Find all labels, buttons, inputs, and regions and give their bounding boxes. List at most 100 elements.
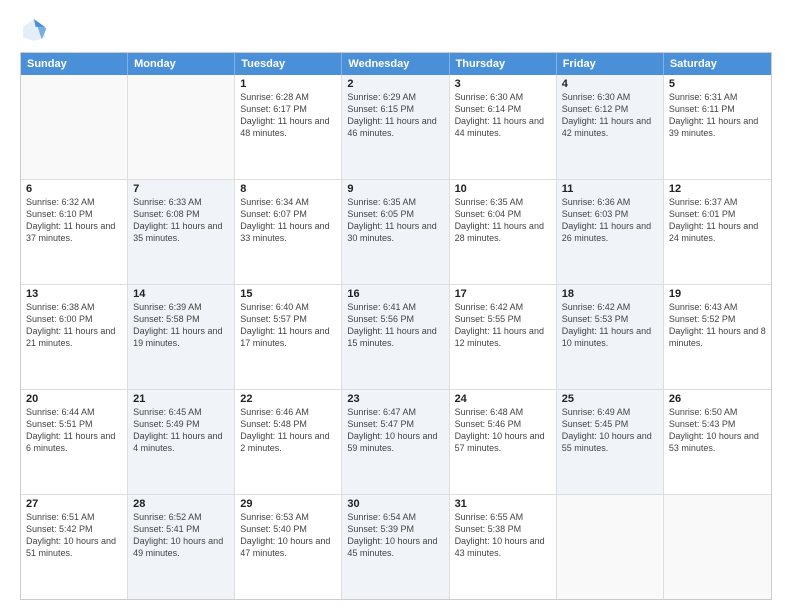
header-day-sunday: Sunday <box>21 53 128 75</box>
day-cell-21: 21Sunrise: 6:45 AM Sunset: 5:49 PM Dayli… <box>128 390 235 494</box>
day-info: Sunrise: 6:42 AM Sunset: 5:55 PM Dayligh… <box>455 301 551 350</box>
day-info: Sunrise: 6:52 AM Sunset: 5:41 PM Dayligh… <box>133 511 229 560</box>
day-cell-24: 24Sunrise: 6:48 AM Sunset: 5:46 PM Dayli… <box>450 390 557 494</box>
day-info: Sunrise: 6:34 AM Sunset: 6:07 PM Dayligh… <box>240 196 336 245</box>
day-cell-7: 7Sunrise: 6:33 AM Sunset: 6:08 PM Daylig… <box>128 180 235 284</box>
day-info: Sunrise: 6:44 AM Sunset: 5:51 PM Dayligh… <box>26 406 122 455</box>
empty-cell <box>21 75 128 179</box>
day-cell-2: 2Sunrise: 6:29 AM Sunset: 6:15 PM Daylig… <box>342 75 449 179</box>
day-cell-13: 13Sunrise: 6:38 AM Sunset: 6:00 PM Dayli… <box>21 285 128 389</box>
day-number: 17 <box>455 288 551 300</box>
day-info: Sunrise: 6:36 AM Sunset: 6:03 PM Dayligh… <box>562 196 658 245</box>
header-day-saturday: Saturday <box>664 53 771 75</box>
day-number: 21 <box>133 393 229 405</box>
day-number: 23 <box>347 393 443 405</box>
day-number: 24 <box>455 393 551 405</box>
day-number: 4 <box>562 78 658 90</box>
day-cell-27: 27Sunrise: 6:51 AM Sunset: 5:42 PM Dayli… <box>21 495 128 599</box>
calendar-row-3: 13Sunrise: 6:38 AM Sunset: 6:00 PM Dayli… <box>21 284 771 389</box>
day-number: 3 <box>455 78 551 90</box>
day-info: Sunrise: 6:50 AM Sunset: 5:43 PM Dayligh… <box>669 406 766 455</box>
day-cell-19: 19Sunrise: 6:43 AM Sunset: 5:52 PM Dayli… <box>664 285 771 389</box>
day-number: 14 <box>133 288 229 300</box>
calendar-header: SundayMondayTuesdayWednesdayThursdayFrid… <box>21 53 771 75</box>
day-cell-14: 14Sunrise: 6:39 AM Sunset: 5:58 PM Dayli… <box>128 285 235 389</box>
day-cell-9: 9Sunrise: 6:35 AM Sunset: 6:05 PM Daylig… <box>342 180 449 284</box>
day-number: 27 <box>26 498 122 510</box>
day-cell-25: 25Sunrise: 6:49 AM Sunset: 5:45 PM Dayli… <box>557 390 664 494</box>
day-cell-26: 26Sunrise: 6:50 AM Sunset: 5:43 PM Dayli… <box>664 390 771 494</box>
day-number: 22 <box>240 393 336 405</box>
day-info: Sunrise: 6:53 AM Sunset: 5:40 PM Dayligh… <box>240 511 336 560</box>
day-info: Sunrise: 6:45 AM Sunset: 5:49 PM Dayligh… <box>133 406 229 455</box>
day-info: Sunrise: 6:48 AM Sunset: 5:46 PM Dayligh… <box>455 406 551 455</box>
day-info: Sunrise: 6:55 AM Sunset: 5:38 PM Dayligh… <box>455 511 551 560</box>
day-number: 9 <box>347 183 443 195</box>
day-cell-15: 15Sunrise: 6:40 AM Sunset: 5:57 PM Dayli… <box>235 285 342 389</box>
day-number: 7 <box>133 183 229 195</box>
day-number: 31 <box>455 498 551 510</box>
day-number: 19 <box>669 288 766 300</box>
calendar-body: 1Sunrise: 6:28 AM Sunset: 6:17 PM Daylig… <box>21 75 771 599</box>
day-cell-17: 17Sunrise: 6:42 AM Sunset: 5:55 PM Dayli… <box>450 285 557 389</box>
calendar-row-2: 6Sunrise: 6:32 AM Sunset: 6:10 PM Daylig… <box>21 179 771 284</box>
day-number: 25 <box>562 393 658 405</box>
empty-cell <box>664 495 771 599</box>
day-number: 11 <box>562 183 658 195</box>
day-cell-5: 5Sunrise: 6:31 AM Sunset: 6:11 PM Daylig… <box>664 75 771 179</box>
day-number: 2 <box>347 78 443 90</box>
day-info: Sunrise: 6:42 AM Sunset: 5:53 PM Dayligh… <box>562 301 658 350</box>
day-number: 1 <box>240 78 336 90</box>
day-info: Sunrise: 6:37 AM Sunset: 6:01 PM Dayligh… <box>669 196 766 245</box>
day-cell-30: 30Sunrise: 6:54 AM Sunset: 5:39 PM Dayli… <box>342 495 449 599</box>
day-cell-18: 18Sunrise: 6:42 AM Sunset: 5:53 PM Dayli… <box>557 285 664 389</box>
day-info: Sunrise: 6:49 AM Sunset: 5:45 PM Dayligh… <box>562 406 658 455</box>
page: SundayMondayTuesdayWednesdayThursdayFrid… <box>0 0 792 612</box>
day-info: Sunrise: 6:35 AM Sunset: 6:04 PM Dayligh… <box>455 196 551 245</box>
day-number: 29 <box>240 498 336 510</box>
day-info: Sunrise: 6:29 AM Sunset: 6:15 PM Dayligh… <box>347 91 443 140</box>
day-cell-16: 16Sunrise: 6:41 AM Sunset: 5:56 PM Dayli… <box>342 285 449 389</box>
day-info: Sunrise: 6:46 AM Sunset: 5:48 PM Dayligh… <box>240 406 336 455</box>
header-day-friday: Friday <box>557 53 664 75</box>
day-number: 13 <box>26 288 122 300</box>
day-cell-23: 23Sunrise: 6:47 AM Sunset: 5:47 PM Dayli… <box>342 390 449 494</box>
day-number: 16 <box>347 288 443 300</box>
day-number: 10 <box>455 183 551 195</box>
day-number: 18 <box>562 288 658 300</box>
day-number: 28 <box>133 498 229 510</box>
day-info: Sunrise: 6:33 AM Sunset: 6:08 PM Dayligh… <box>133 196 229 245</box>
day-info: Sunrise: 6:41 AM Sunset: 5:56 PM Dayligh… <box>347 301 443 350</box>
day-number: 26 <box>669 393 766 405</box>
day-number: 12 <box>669 183 766 195</box>
header-day-tuesday: Tuesday <box>235 53 342 75</box>
header-day-thursday: Thursday <box>450 53 557 75</box>
day-info: Sunrise: 6:47 AM Sunset: 5:47 PM Dayligh… <box>347 406 443 455</box>
day-cell-3: 3Sunrise: 6:30 AM Sunset: 6:14 PM Daylig… <box>450 75 557 179</box>
day-cell-31: 31Sunrise: 6:55 AM Sunset: 5:38 PM Dayli… <box>450 495 557 599</box>
logo-icon <box>20 16 48 44</box>
day-cell-20: 20Sunrise: 6:44 AM Sunset: 5:51 PM Dayli… <box>21 390 128 494</box>
day-info: Sunrise: 6:54 AM Sunset: 5:39 PM Dayligh… <box>347 511 443 560</box>
day-cell-1: 1Sunrise: 6:28 AM Sunset: 6:17 PM Daylig… <box>235 75 342 179</box>
day-info: Sunrise: 6:40 AM Sunset: 5:57 PM Dayligh… <box>240 301 336 350</box>
day-cell-6: 6Sunrise: 6:32 AM Sunset: 6:10 PM Daylig… <box>21 180 128 284</box>
day-info: Sunrise: 6:30 AM Sunset: 6:12 PM Dayligh… <box>562 91 658 140</box>
day-cell-10: 10Sunrise: 6:35 AM Sunset: 6:04 PM Dayli… <box>450 180 557 284</box>
empty-cell <box>128 75 235 179</box>
day-cell-4: 4Sunrise: 6:30 AM Sunset: 6:12 PM Daylig… <box>557 75 664 179</box>
day-info: Sunrise: 6:30 AM Sunset: 6:14 PM Dayligh… <box>455 91 551 140</box>
day-cell-28: 28Sunrise: 6:52 AM Sunset: 5:41 PM Dayli… <box>128 495 235 599</box>
day-cell-11: 11Sunrise: 6:36 AM Sunset: 6:03 PM Dayli… <box>557 180 664 284</box>
empty-cell <box>557 495 664 599</box>
day-number: 20 <box>26 393 122 405</box>
calendar-row-5: 27Sunrise: 6:51 AM Sunset: 5:42 PM Dayli… <box>21 494 771 599</box>
header <box>20 16 772 44</box>
day-info: Sunrise: 6:43 AM Sunset: 5:52 PM Dayligh… <box>669 301 766 350</box>
day-number: 5 <box>669 78 766 90</box>
day-number: 6 <box>26 183 122 195</box>
day-info: Sunrise: 6:51 AM Sunset: 5:42 PM Dayligh… <box>26 511 122 560</box>
day-info: Sunrise: 6:28 AM Sunset: 6:17 PM Dayligh… <box>240 91 336 140</box>
day-info: Sunrise: 6:31 AM Sunset: 6:11 PM Dayligh… <box>669 91 766 140</box>
logo <box>20 16 52 44</box>
